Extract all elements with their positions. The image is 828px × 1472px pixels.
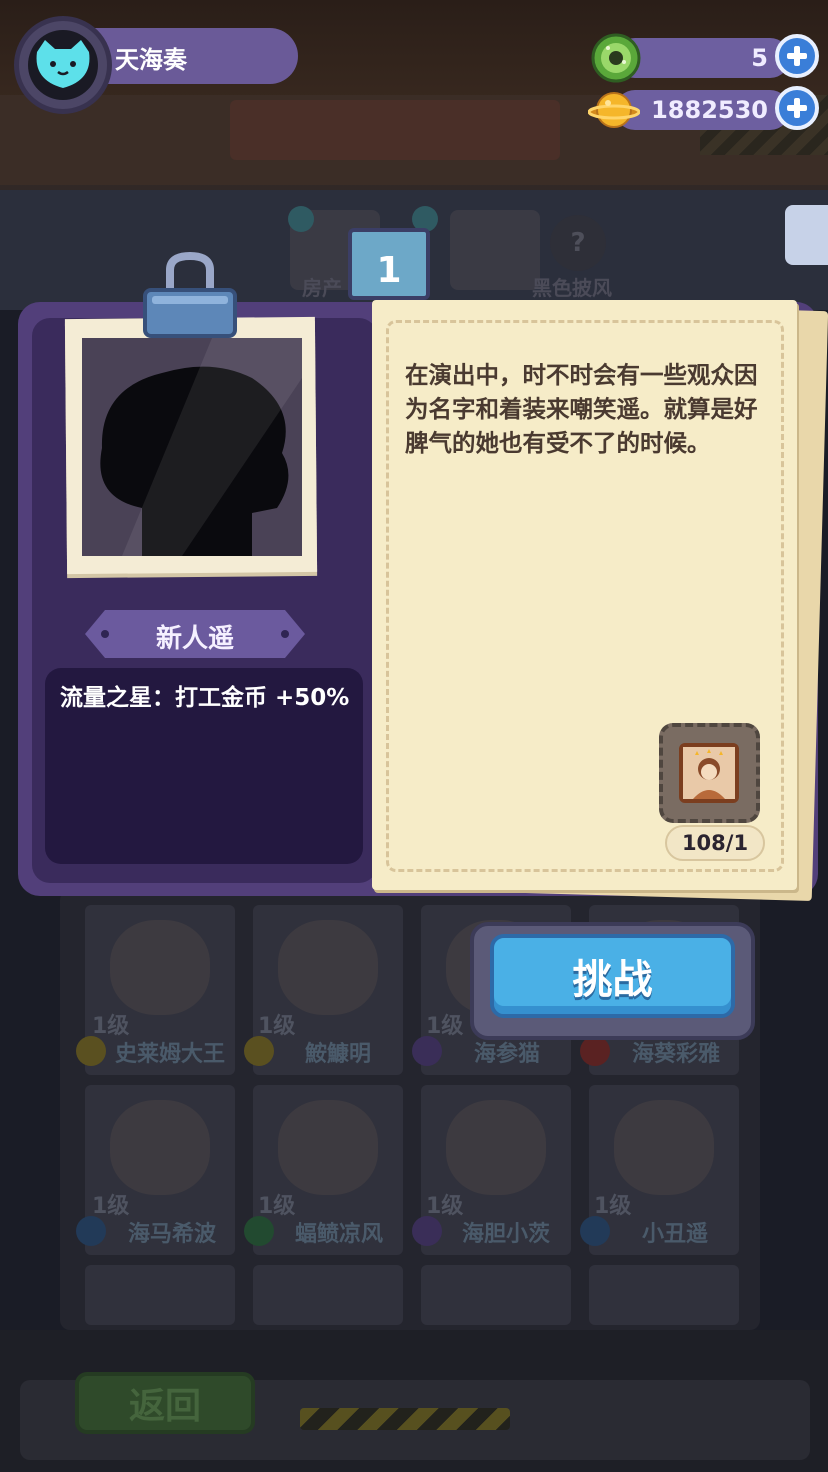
binder-clip-icon — [143, 252, 237, 338]
background-tab — [450, 210, 540, 290]
hazard-stripes — [300, 1408, 510, 1430]
rank-badge-icon — [412, 1216, 442, 1246]
rank-badge-icon — [580, 1036, 610, 1066]
character-portrait — [110, 1100, 210, 1195]
item-count: 108/1 — [681, 831, 749, 855]
rank-badge-icon — [76, 1036, 106, 1066]
roster-name: 海马希波 — [128, 1222, 217, 1247]
character-name: 新人遥 — [155, 624, 234, 654]
background-tab-label: 房产 — [302, 276, 342, 300]
roster-level: 1级 — [594, 1194, 632, 1219]
roster-name: 史莱姆大王 — [115, 1042, 226, 1067]
question-icon: ? — [550, 215, 606, 271]
roster-card[interactable] — [85, 1265, 235, 1325]
roster-card[interactable] — [421, 1265, 571, 1325]
background-cabinet — [230, 100, 560, 160]
alert-icon — [288, 206, 314, 232]
character-portrait — [614, 1100, 714, 1195]
rank-badge-icon — [412, 1036, 442, 1066]
character-photo-icon — [679, 743, 739, 803]
donut-count: 5 — [751, 44, 768, 72]
character-portrait — [110, 920, 210, 1015]
rank-badge-icon — [244, 1216, 274, 1246]
roster-name: 海葵彩雅 — [632, 1042, 721, 1067]
locked-silhouette-icon — [82, 338, 302, 556]
roster-name: 蝠鲼凉风 — [295, 1222, 384, 1247]
plus-icon — [787, 46, 807, 66]
add-donut-button[interactable] — [775, 34, 819, 78]
character-portrait — [446, 1100, 546, 1195]
donut-icon — [591, 33, 641, 83]
avatar[interactable] — [28, 30, 98, 100]
roster-name: 鮟鱇明 — [305, 1042, 372, 1067]
character-portrait — [278, 1100, 378, 1195]
roster-level: 1级 — [92, 1194, 130, 1219]
roster-name: 小丑遥 — [642, 1222, 709, 1247]
cat-face-icon — [36, 40, 90, 88]
side-clip-icon — [785, 205, 828, 265]
roster-card[interactable] — [589, 1265, 739, 1325]
character-portrait — [278, 920, 378, 1015]
add-coin-button[interactable] — [775, 86, 819, 130]
roster-level: 1级 — [258, 1014, 296, 1039]
character-silhouette — [82, 338, 302, 556]
character-photo-icon-svg — [683, 747, 735, 799]
back-button-label: 返回 — [128, 1386, 201, 1427]
roster-name: 海胆小茨 — [462, 1222, 551, 1247]
story-text: 在演出中，时不时会有一些观众因为名字和着装来嘲笑遥。就算是好脾气的她也有受不了的… — [405, 361, 758, 457]
planet-coin-icon — [588, 92, 640, 128]
plus-icon — [787, 98, 807, 118]
roster-card[interactable] — [253, 1265, 403, 1325]
roster-level: 1级 — [258, 1194, 296, 1219]
rank-badge-icon — [580, 1216, 610, 1246]
challenge-button[interactable]: 挑战 — [490, 934, 735, 1018]
skill-description: 流量之星：打工金币 +50% — [60, 685, 350, 711]
back-button[interactable]: 返回 — [75, 1372, 255, 1434]
background-tab-label: 黑色披风 — [532, 276, 612, 300]
roster-level: 1级 — [426, 1014, 464, 1039]
rank-badge-icon — [76, 1216, 106, 1246]
page-number: 1 — [376, 250, 402, 291]
player-name: 天海奏 — [115, 46, 187, 74]
coin-count: 1882530 — [651, 96, 768, 124]
rank-badge-icon — [244, 1036, 274, 1066]
roster-level: 1级 — [426, 1194, 464, 1219]
challenge-button-label: 挑战 — [572, 957, 653, 1003]
roster-name: 海参猫 — [474, 1042, 541, 1067]
